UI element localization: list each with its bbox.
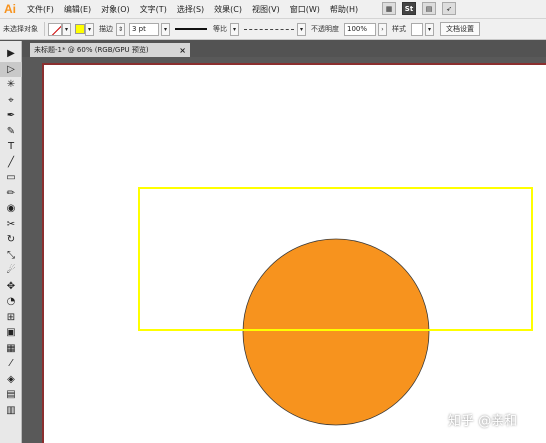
rotate-tool-icon[interactable]: ↻ bbox=[0, 232, 22, 248]
document-tab-title: 未标题-1* @ 60% (RGB/GPU 预览) bbox=[34, 46, 149, 54]
style-swatch[interactable] bbox=[411, 22, 423, 36]
brush-preview[interactable] bbox=[244, 28, 294, 30]
gpu-rocket-icon[interactable]: ➶ bbox=[442, 2, 456, 15]
control-bar: 未选择对象 ▾ ▾ 描边 ⇕ 3 pt ▾ 等比 ▾ ▾ 不透明度 100% ›… bbox=[0, 18, 546, 40]
scale-tool-icon[interactable]: ⤡ bbox=[0, 248, 22, 264]
document-setup-button[interactable]: 文档设置 bbox=[440, 22, 480, 36]
scissors-tool-icon[interactable]: ✂ bbox=[0, 217, 22, 233]
gradient-tool-icon[interactable]: ▦ bbox=[0, 341, 22, 357]
menu-effect[interactable]: 效果(C) bbox=[209, 4, 247, 15]
warp-tool-icon[interactable]: ☄ bbox=[0, 263, 22, 279]
shape-builder-tool-icon[interactable]: ◔ bbox=[0, 294, 22, 310]
app-logo: Ai bbox=[4, 2, 16, 16]
fill-color-swatch[interactable] bbox=[75, 24, 85, 34]
orange-circle[interactable] bbox=[242, 238, 430, 426]
menu-type[interactable]: 文字(T) bbox=[135, 4, 172, 15]
menu-file[interactable]: 文件(F) bbox=[22, 4, 59, 15]
brush-dropdown-icon[interactable]: ▾ bbox=[297, 22, 306, 36]
menu-edit[interactable]: 编辑(E) bbox=[59, 4, 96, 15]
menu-help[interactable]: 帮助(H) bbox=[325, 4, 363, 15]
menu-bar: Ai 文件(F) 编辑(E) 对象(O) 文字(T) 选择(S) 效果(C) 视… bbox=[0, 0, 546, 18]
tools-panel: ▶ ▷ ✳ ⌖ ✒ ✎ T ╱ ▭ ✏ ◉ ✂ ↻ ⤡ ☄ ✥ ◔ ⊞ ▣ ▦ … bbox=[0, 41, 22, 443]
watermark: 知乎 @亲和 bbox=[448, 414, 518, 429]
column-graph-tool-icon[interactable]: ▥ bbox=[0, 403, 22, 419]
bridge-icon[interactable]: ▦ bbox=[382, 2, 396, 15]
variable-width-preview[interactable] bbox=[175, 28, 207, 30]
artboard[interactable] bbox=[42, 63, 546, 443]
document-tab-bar: 未标题-1* @ 60% (RGB/GPU 预览) × bbox=[22, 41, 546, 57]
document-tab[interactable]: 未标题-1* @ 60% (RGB/GPU 预览) × bbox=[30, 43, 190, 57]
opacity-flyout-icon[interactable]: › bbox=[378, 22, 387, 36]
menu-select[interactable]: 选择(S) bbox=[172, 4, 209, 15]
stroke-label[interactable]: 描边 bbox=[99, 24, 113, 34]
menu-window[interactable]: 窗口(W) bbox=[285, 4, 325, 15]
pen-tool-icon[interactable]: ✒ bbox=[0, 108, 22, 124]
menu-right-icons: ▦ St ▤ ➶ bbox=[382, 2, 456, 15]
mesh-tool-icon[interactable]: ▣ bbox=[0, 325, 22, 341]
menu-view[interactable]: 视图(V) bbox=[247, 4, 285, 15]
stroke-color-swatch[interactable] bbox=[48, 22, 62, 36]
type-tool-icon[interactable]: T bbox=[0, 139, 22, 155]
selection-tool-icon[interactable]: ▶ bbox=[0, 46, 22, 62]
rectangle-tool-icon[interactable]: ▭ bbox=[0, 170, 22, 186]
workspace-layout-icon[interactable]: ▤ bbox=[422, 2, 436, 15]
menu-object[interactable]: 对象(O) bbox=[96, 4, 135, 15]
perspective-grid-tool-icon[interactable]: ⊞ bbox=[0, 310, 22, 326]
shaper-tool-icon[interactable]: ◉ bbox=[0, 201, 22, 217]
stroke-stepper-icon[interactable]: ⇕ bbox=[116, 22, 125, 36]
curvature-tool-icon[interactable]: ✎ bbox=[0, 124, 22, 140]
artwork-svg bbox=[138, 187, 533, 426]
stroke-dropdown-icon[interactable]: ▾ bbox=[62, 22, 71, 36]
paintbrush-tool-icon[interactable]: ✏ bbox=[0, 186, 22, 202]
style-dropdown-icon[interactable]: ▾ bbox=[425, 22, 434, 36]
close-icon[interactable]: × bbox=[179, 46, 186, 55]
stroke-weight-dropdown-icon[interactable]: ▾ bbox=[161, 22, 170, 36]
profile-label[interactable]: 等比 bbox=[213, 24, 227, 34]
stroke-weight-input[interactable]: 3 pt bbox=[129, 22, 159, 36]
stock-button[interactable]: St bbox=[402, 2, 416, 15]
puppet-warp-tool-icon[interactable]: ✥ bbox=[0, 279, 22, 295]
eyedropper-tool-icon[interactable]: ⁄ bbox=[0, 356, 22, 372]
magic-wand-tool-icon[interactable]: ✳ bbox=[0, 77, 22, 93]
symbol-sprayer-tool-icon[interactable]: ▤ bbox=[0, 387, 22, 403]
opacity-label[interactable]: 不透明度 bbox=[311, 24, 339, 34]
style-label: 样式 bbox=[392, 25, 406, 33]
blend-tool-icon[interactable]: ◈ bbox=[0, 372, 22, 388]
divider bbox=[44, 22, 45, 36]
direct-selection-tool-icon[interactable]: ▷ bbox=[0, 61, 22, 77]
line-tool-icon[interactable]: ╱ bbox=[0, 155, 22, 171]
fill-dropdown-icon[interactable]: ▾ bbox=[85, 22, 94, 36]
opacity-input[interactable]: 100% bbox=[344, 22, 376, 36]
lasso-tool-icon[interactable]: ⌖ bbox=[0, 93, 22, 109]
profile-dropdown-icon[interactable]: ▾ bbox=[230, 22, 239, 36]
selection-status: 未选择对象 bbox=[3, 25, 38, 33]
